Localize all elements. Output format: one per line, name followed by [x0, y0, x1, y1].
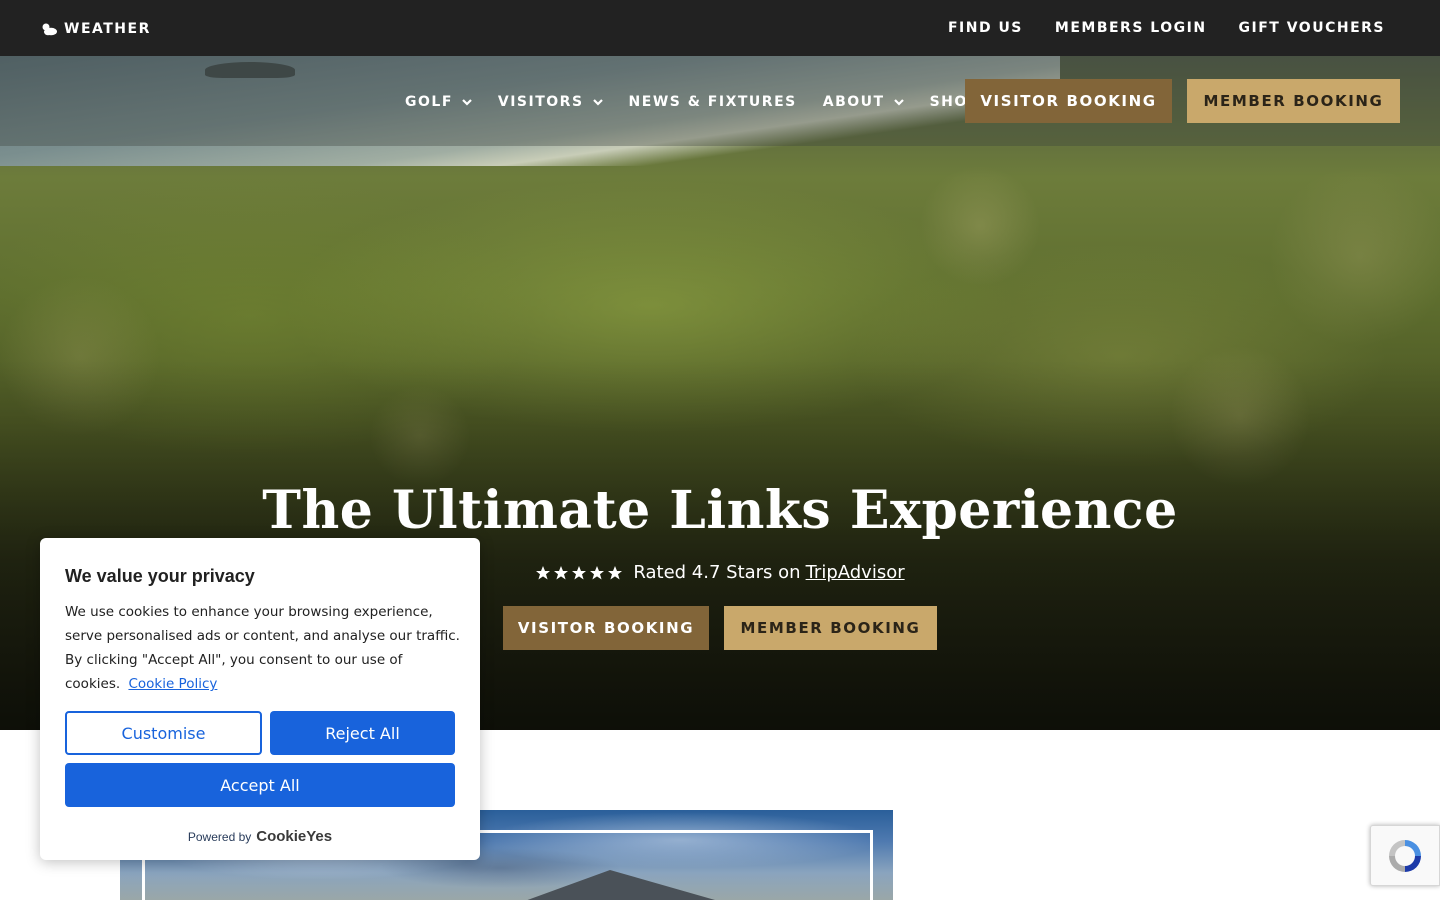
nav-item-news-fixtures[interactable]: NEWS & FIXTURES — [629, 94, 797, 110]
recaptcha-icon — [1389, 839, 1421, 872]
cookie-consent-dialog: We value your privacy We use cookies to … — [40, 538, 480, 860]
star-icon — [536, 565, 551, 579]
hero-member-booking-button[interactable]: MEMBER BOOKING — [724, 606, 937, 650]
nav-item-label: VISITORS — [497, 94, 584, 110]
chevron-down-icon — [893, 98, 904, 106]
nav-item-visitors[interactable]: VISITORS — [498, 94, 603, 110]
star-icon — [608, 565, 623, 579]
top-utility-bar: WEATHER FIND US MEMBERS LOGIN GIFT VOUCH… — [0, 0, 1440, 56]
cookie-body-text: We use cookies to enhance your browsing … — [65, 604, 460, 692]
chevron-down-icon — [462, 98, 472, 106]
nav-item-about[interactable]: ABOUT — [823, 94, 904, 110]
hero-visitor-booking-button[interactable]: VISITOR BOOKING — [503, 606, 709, 650]
cookie-policy-link[interactable]: Cookie Policy — [128, 676, 217, 692]
nav-item-golf[interactable]: GOLF — [405, 94, 472, 110]
nav-member-booking-button[interactable]: MEMBER BOOKING — [1187, 79, 1400, 123]
utility-links: FIND US MEMBERS LOGIN GIFT VOUCHERS — [948, 20, 1385, 36]
powered-by: Powered by CookieYes — [40, 828, 480, 845]
members-login-link[interactable]: MEMBERS LOGIN — [1055, 20, 1207, 36]
gift-vouchers-link[interactable]: GIFT VOUCHERS — [1239, 20, 1385, 36]
nav-visitor-booking-button[interactable]: VISITOR BOOKING — [965, 79, 1172, 123]
cookie-title: We value your privacy — [65, 566, 255, 586]
accept-all-button[interactable]: Accept All — [65, 763, 455, 807]
weather-link[interactable]: WEATHER — [40, 21, 151, 37]
main-menu: GOLF VISITORS NEWS & FIXTURES ABOUT SHOP — [405, 94, 980, 110]
star-icon — [590, 565, 605, 579]
rating-text: Rated 4.7 Stars on — [633, 562, 801, 583]
cookie-body: We use cookies to enhance your browsing … — [65, 600, 460, 696]
reject-all-button[interactable]: Reject All — [270, 711, 455, 755]
star-icon — [554, 565, 569, 579]
weather-label: WEATHER — [64, 21, 151, 37]
chevron-down-icon — [592, 98, 603, 106]
rating-stars — [535, 565, 623, 581]
find-us-link[interactable]: FIND US — [948, 20, 1023, 36]
nav-item-label: NEWS & FIXTURES — [628, 94, 797, 110]
tripadvisor-link[interactable]: TripAdvisor — [806, 562, 905, 583]
nav-item-label: ABOUT — [822, 94, 885, 110]
customise-button[interactable]: Customise — [65, 711, 262, 755]
partly-cloudy-icon — [42, 23, 57, 36]
nav-item-label: GOLF — [405, 94, 453, 110]
star-icon — [572, 565, 587, 579]
main-navigation: GOLF VISITORS NEWS & FIXTURES ABOUT SHOP… — [0, 56, 1440, 146]
cookieyes-logo[interactable]: CookieYes — [256, 828, 332, 845]
powered-by-label: Powered by — [187, 829, 252, 844]
hero-title: The Ultimate Links Experience — [262, 480, 1178, 541]
recaptcha-badge[interactable] — [1370, 825, 1440, 886]
